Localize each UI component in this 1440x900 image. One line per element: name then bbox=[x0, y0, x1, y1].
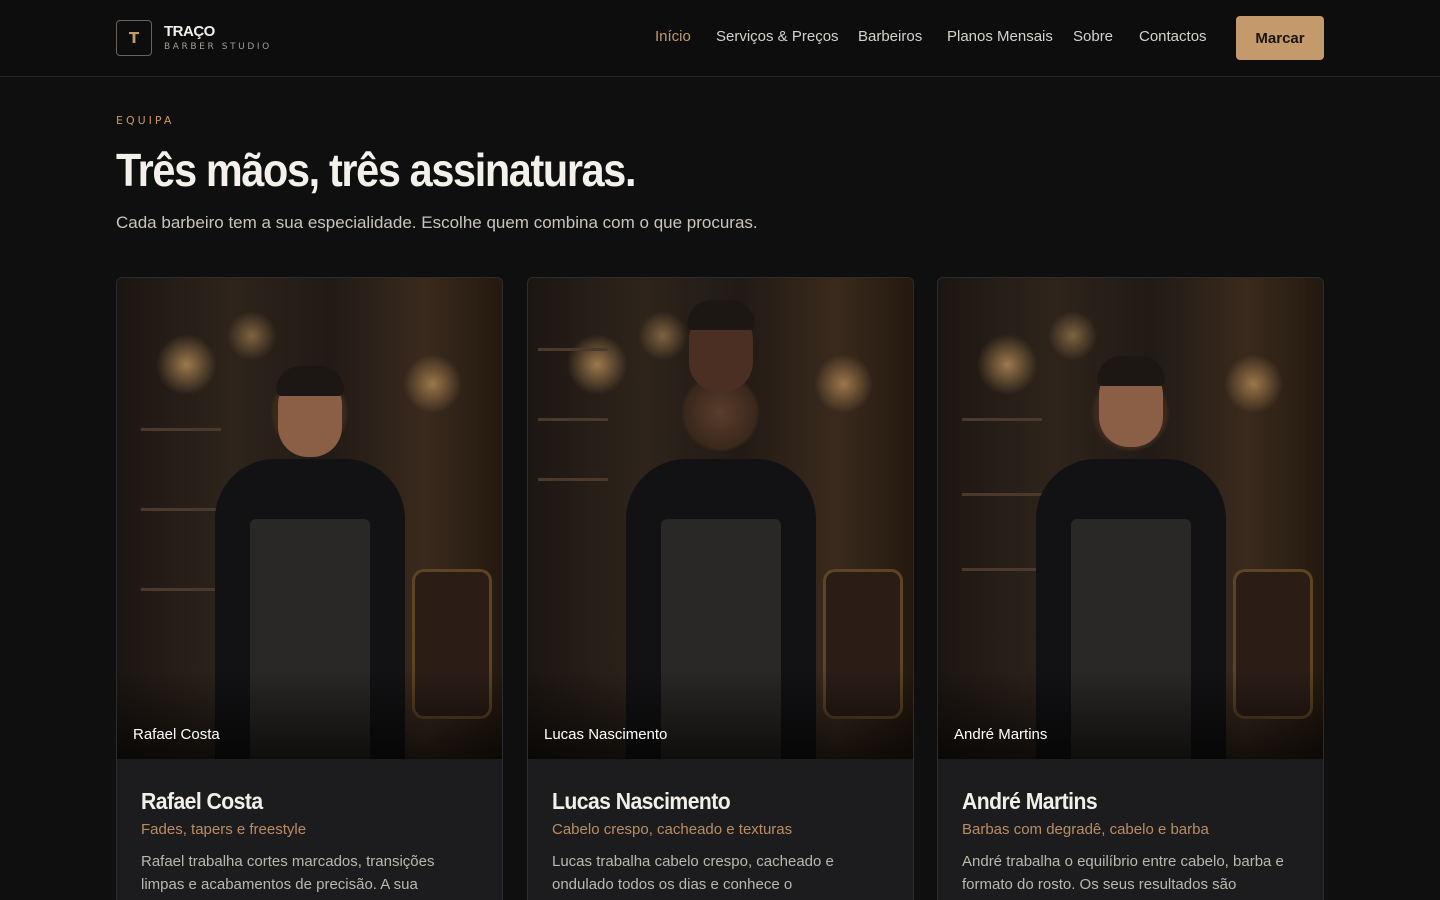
barber-card-andre[interactable]: André Martins André Martins Barbas com d… bbox=[937, 277, 1324, 900]
shelf bbox=[141, 508, 221, 511]
section-subtitle: Cada barbeiro tem a sua especialidade. E… bbox=[116, 213, 758, 232]
barber-description: Lucas trabalha cabelo crespo, cacheado e… bbox=[552, 853, 834, 900]
barber-specialty: Cabelo crespo, cacheado e texturas bbox=[552, 821, 793, 838]
nav-item-contactos[interactable]: Contactos bbox=[1139, 28, 1207, 45]
photo-shade bbox=[117, 669, 502, 759]
photo-shade bbox=[528, 669, 913, 759]
barber-specialty: Barbas com degradê, cabelo e barba bbox=[962, 821, 1209, 838]
book-button[interactable]: Marcar bbox=[1236, 16, 1324, 60]
nav-item-inicio[interactable]: Início bbox=[655, 28, 691, 45]
barber-card-rafael[interactable]: Rafael Costa Rafael Costa Fades, tapers … bbox=[116, 277, 503, 900]
shelf bbox=[962, 568, 1042, 571]
person-hair bbox=[686, 300, 755, 330]
shelf bbox=[141, 428, 221, 431]
barber-photo: André Martins bbox=[938, 278, 1323, 759]
shelf bbox=[538, 418, 608, 421]
shelf bbox=[141, 588, 221, 591]
barber-name: André Martins bbox=[962, 788, 1098, 814]
photo-caption: Rafael Costa bbox=[133, 726, 220, 743]
nav-item-barbeiros[interactable]: Barbeiros bbox=[858, 28, 922, 45]
shelf bbox=[538, 348, 608, 351]
site-header: T TRAÇO BARBER STUDIO Início Serviços & … bbox=[0, 0, 1440, 77]
photo-shade bbox=[938, 669, 1323, 759]
barber-card-lucas[interactable]: Lucas Nascimento Lucas Nascimento Cabelo… bbox=[527, 277, 914, 900]
barber-name: Rafael Costa bbox=[141, 788, 263, 814]
section-title: Três mãos, três assinaturas. bbox=[116, 144, 636, 196]
main-nav: Início Serviços & Preços Barbeiros Plano… bbox=[0, 28, 1440, 48]
shelf bbox=[538, 478, 608, 481]
barber-description: André trabalha o equilíbrio entre cabelo… bbox=[962, 853, 1284, 900]
barber-photo: Rafael Costa bbox=[117, 278, 502, 759]
photo-caption: Lucas Nascimento bbox=[544, 726, 668, 743]
nav-item-planos[interactable]: Planos Mensais bbox=[947, 28, 1053, 45]
photo-caption: André Martins bbox=[954, 726, 1048, 743]
shelf bbox=[962, 493, 1042, 496]
card-body: Lucas Nascimento Cabelo crespo, cacheado… bbox=[528, 759, 913, 900]
card-body: Rafael Costa Fades, tapers e freestyle R… bbox=[117, 759, 502, 900]
barber-description: Rafael trabalha cortes marcados, transiç… bbox=[141, 853, 435, 900]
barber-photo: Lucas Nascimento bbox=[528, 278, 913, 759]
nav-item-servicos[interactable]: Serviços & Preços bbox=[716, 28, 839, 45]
barber-specialty: Fades, tapers e freestyle bbox=[141, 821, 307, 838]
person-hair bbox=[275, 366, 344, 396]
section-eyebrow: EQUIPA bbox=[116, 114, 175, 127]
nav-item-sobre[interactable]: Sobre bbox=[1073, 28, 1113, 45]
shelf bbox=[962, 418, 1042, 421]
card-body: André Martins Barbas com degradê, cabelo… bbox=[938, 759, 1323, 900]
person-hair bbox=[1096, 356, 1165, 386]
barber-name: Lucas Nascimento bbox=[552, 788, 731, 814]
